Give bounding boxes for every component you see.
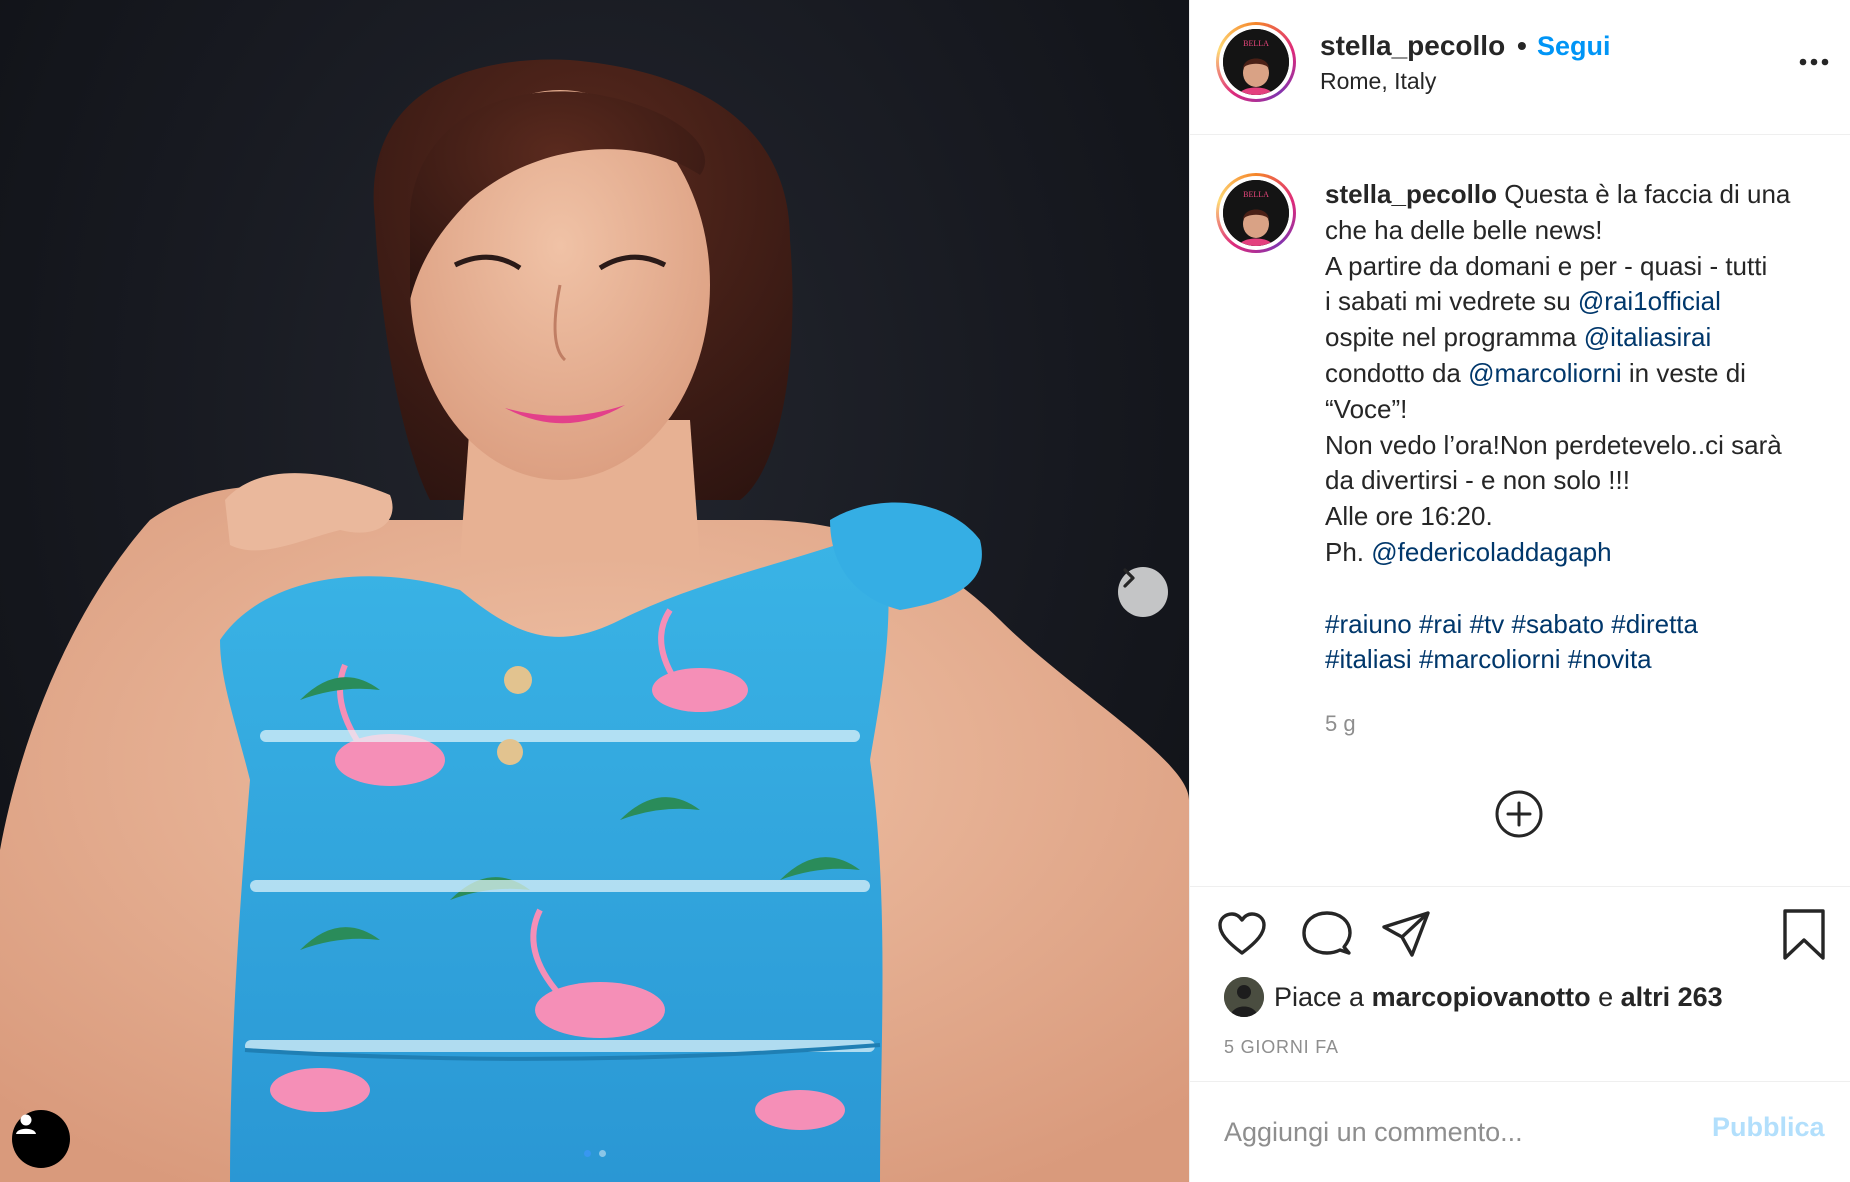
hashtag-link[interactable]: #sabato (1511, 609, 1604, 639)
author-avatar[interactable]: BELLA (1216, 22, 1296, 102)
more-horizontal-icon[interactable] (1794, 42, 1834, 82)
post-timestamp[interactable]: 5 GIORNI FA (1224, 1037, 1339, 1058)
hashtag-link[interactable]: #tv (1470, 609, 1505, 639)
follow-button[interactable]: Segui (1537, 31, 1611, 62)
hashtags-line: #italiasi #marcoliorni #novita (1325, 642, 1835, 678)
next-photo-button[interactable] (1118, 567, 1168, 617)
caption-text: “Voce”! (1325, 393, 1408, 424)
caption-author-avatar-image: BELLA (1223, 180, 1289, 246)
likes-summary[interactable]: Piace a marcopiovanotto e altri 263 (1224, 976, 1723, 1018)
bookmark-icon[interactable] (1776, 907, 1832, 963)
post-actions: Piace a marcopiovanotto e altri 263 5 GI… (1190, 886, 1850, 1081)
caption-text: condotto da (1325, 357, 1469, 388)
caption-author-avatar[interactable]: BELLA (1216, 173, 1296, 253)
caption-text: Ph. (1325, 536, 1372, 567)
add-comment-section: Pubblica (1190, 1081, 1850, 1182)
hashtag-link[interactable]: #novita (1568, 644, 1652, 674)
caption-text: Alle ore 16:20. (1325, 501, 1493, 532)
hashtag-link[interactable]: #italiasi (1325, 644, 1412, 674)
post-header: BELLA stella_pecollo • Segui Rome, Italy (1190, 0, 1850, 135)
plus-circle-icon[interactable] (1493, 788, 1545, 840)
carousel-dot (598, 1150, 606, 1157)
chevron-right-icon (1123, 568, 1135, 588)
tagged-users-button[interactable] (12, 1110, 70, 1168)
comment-input[interactable] (1224, 1112, 1704, 1152)
mention-link[interactable]: @marcoliorni (1468, 358, 1622, 388)
caption-username[interactable]: stella_pecollo (1325, 179, 1497, 209)
hashtag-link[interactable]: #raiuno (1325, 609, 1412, 639)
hashtag-link[interactable]: #diretta (1611, 609, 1698, 639)
paper-plane-icon[interactable] (1378, 907, 1434, 963)
likes-middle: e (1590, 981, 1621, 1012)
caption-text: che ha delle belle news! (1325, 214, 1603, 245)
caption-text: i sabati mi vedrete su (1325, 286, 1578, 317)
hashtag-link[interactable]: #rai (1419, 609, 1462, 639)
avatar-logo-text: BELLA (1243, 39, 1269, 48)
user-tag-icon (16, 1114, 36, 1134)
follow-separator: • (1517, 30, 1527, 61)
likes-count[interactable]: altri 263 (1621, 982, 1723, 1012)
post-side-panel: BELLA stella_pecollo • Segui Rome, Italy (1189, 0, 1850, 1182)
author-username[interactable]: stella_pecollo (1320, 30, 1505, 62)
hashtag-link[interactable]: #marcoliorni (1419, 644, 1561, 674)
caption-text: A partire da domani e per - quasi - tutt… (1325, 250, 1768, 281)
caption-text: da divertirsi - e non solo !!! (1325, 465, 1630, 496)
mention-link[interactable]: @rai1official (1578, 286, 1721, 316)
comment-icon[interactable] (1298, 907, 1354, 963)
avatar-logo-text: BELLA (1243, 190, 1269, 199)
publish-comment-button[interactable]: Pubblica (1712, 1112, 1825, 1143)
post-photo[interactable] (0, 0, 1189, 1182)
carousel-dot-active (583, 1150, 591, 1157)
caption-section: BELLA stella_pecollo Questa è la faccia … (1190, 136, 1850, 886)
post-location[interactable]: Rome, Italy (1320, 68, 1436, 95)
mention-link[interactable]: @federicoladdagaph (1371, 537, 1611, 567)
caption-text: Questa è la faccia di una (1496, 179, 1791, 209)
liker-avatar[interactable] (1224, 977, 1264, 1017)
caption-age: 5 g (1325, 711, 1356, 736)
mention-link[interactable]: @italiasirai (1584, 322, 1712, 352)
liker-username[interactable]: marcopiovanotto (1372, 982, 1591, 1012)
heart-icon[interactable] (1214, 907, 1270, 963)
post-caption: stella_pecollo Questa è la faccia di una… (1325, 177, 1835, 678)
caption-text: Non vedo l’ora!Non perdetevelo..ci sarà (1325, 429, 1782, 460)
carousel-indicator (0, 1150, 1189, 1157)
author-avatar-image: BELLA (1223, 29, 1289, 95)
caption-text: in veste di (1621, 357, 1746, 388)
hashtags-line: #raiuno #rai #tv #sabato #diretta (1325, 607, 1835, 643)
likes-prefix: Piace a (1274, 981, 1372, 1012)
caption-text: ospite nel programma (1325, 322, 1584, 353)
post-photo-illustration (0, 59, 1189, 1182)
